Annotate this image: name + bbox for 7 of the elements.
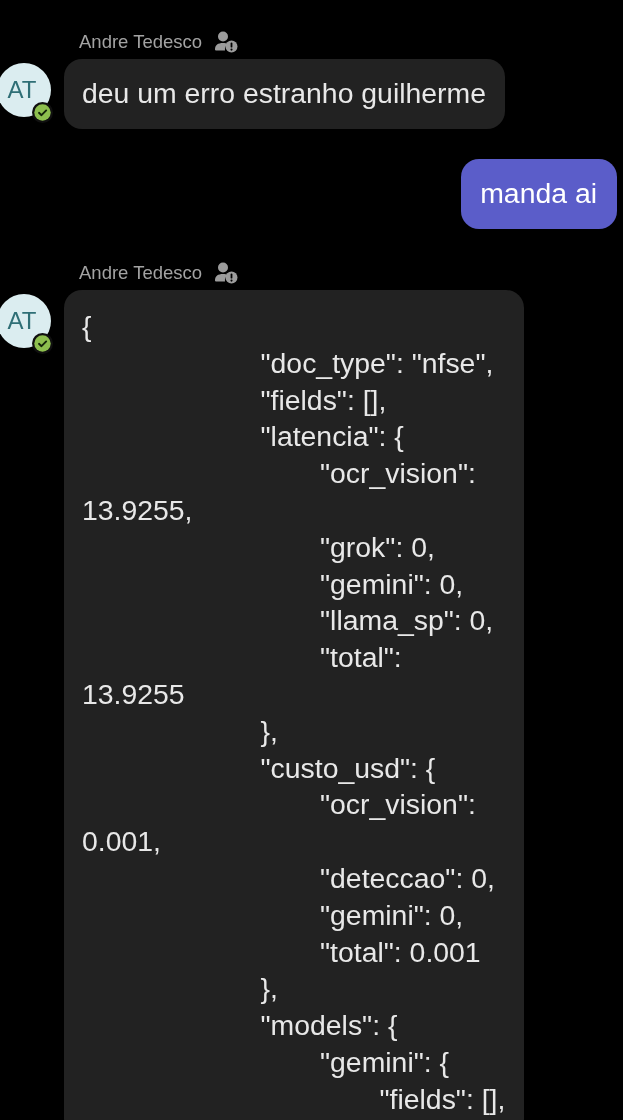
message-text: manda ai xyxy=(480,176,597,211)
avatar[interactable]: AT xyxy=(0,63,51,117)
sender-name: Andre Tedesco xyxy=(79,31,203,53)
avatar[interactable]: AT xyxy=(0,294,51,348)
message-text: { "doc_type": "nfse", "fields": [], "latencia": { "ocr_vision": 13.9255, "grok": 0, "gemini": 0, "llama_sp": 0, "total": 13.9255 }, "custo_usd": { "ocr_vision": 0.001, "deteccao": 0, "gemini": 0, "total": 0.001 }, "models": { "gemini": { "fields": [], xyxy=(82,309,506,1117)
sender-name: Andre Tedesco xyxy=(79,262,203,284)
message-text: deu um erro estranho guilherme xyxy=(82,76,486,111)
